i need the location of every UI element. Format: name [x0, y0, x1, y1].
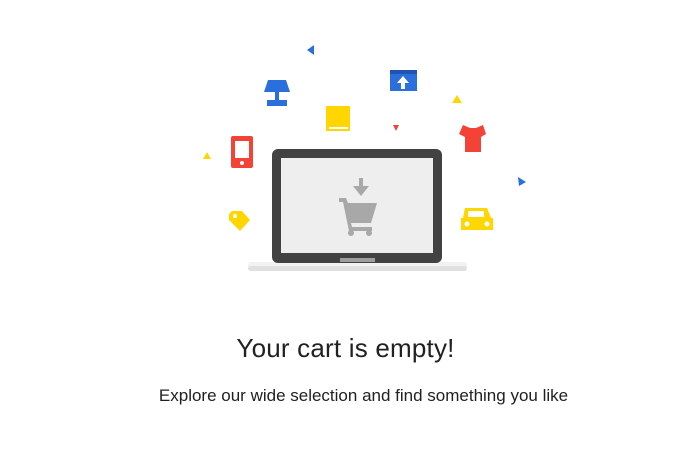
book-icon	[326, 106, 350, 131]
empty-cart-illustration	[203, 45, 526, 271]
yellow-triangle-right	[452, 95, 462, 103]
car-icon	[461, 208, 493, 230]
phone-icon	[231, 136, 253, 168]
tshirt-icon	[459, 125, 486, 152]
blue-triangle-right	[518, 177, 526, 186]
blue-triangle-top	[307, 45, 314, 55]
empty-cart-subtitle: Explore our wide selection and find some…	[158, 386, 569, 405]
red-triangle-small	[393, 125, 399, 131]
empty-cart-title: Your cart is empty!	[236, 333, 455, 363]
lamp-icon	[264, 80, 290, 106]
window-upload-icon	[390, 70, 417, 91]
tag-icon	[229, 211, 250, 231]
yellow-triangle-left	[203, 152, 211, 159]
